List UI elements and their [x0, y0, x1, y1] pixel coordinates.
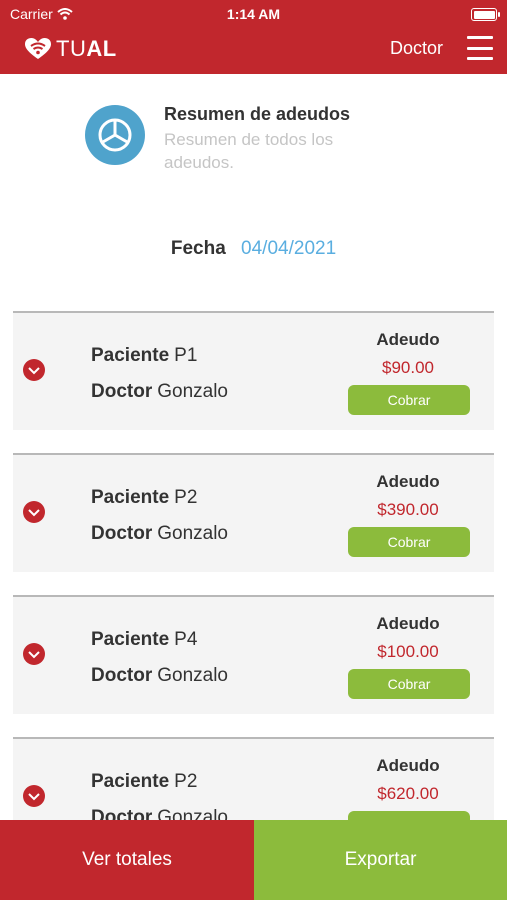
debt-card[interactable]: Paciente P1 Doctor Gonzalo Adeudo $90.00 C… — [13, 311, 494, 430]
battery-icon — [471, 8, 500, 21]
doctor-line: Doctor Gonzalo — [91, 665, 228, 687]
debt-label: Adeudo — [376, 472, 440, 491]
view-totals-button[interactable]: Ver totales — [0, 820, 254, 900]
patient-line: Paciente P2 — [91, 487, 197, 509]
doctor-label: Doctor — [91, 665, 153, 686]
cobrar-button[interactable]: Cobrar — [348, 385, 470, 415]
date-row[interactable]: Fecha 04/04/2021 — [0, 238, 507, 260]
chevron-down-icon[interactable] — [23, 501, 45, 523]
chevron-down-icon[interactable] — [23, 785, 45, 807]
hamburger-menu-icon[interactable] — [467, 36, 493, 60]
user-role-label[interactable]: Doctor — [390, 38, 443, 59]
bottom-action-bar: Ver totales Exportar — [0, 820, 507, 900]
patient-name: P2 — [174, 487, 198, 508]
status-bar: Carrier 1:14 AM — [0, 0, 507, 28]
export-button[interactable]: Exportar — [254, 820, 507, 900]
doctor-line: Doctor Gonzalo — [91, 381, 228, 403]
debt-label: Adeudo — [376, 614, 440, 633]
patient-label: Paciente — [91, 487, 170, 508]
patient-name: P1 — [174, 345, 198, 366]
doctor-label: Doctor — [91, 381, 153, 402]
debt-amount: $100.00 — [377, 642, 439, 661]
chevron-down-icon[interactable] — [23, 643, 45, 665]
pie-chart-icon — [85, 105, 145, 165]
patient-name: P4 — [174, 629, 198, 650]
debt-label: Adeudo — [376, 330, 440, 349]
logo-text: TUAL — [56, 36, 117, 62]
patient-label: Paciente — [91, 771, 170, 792]
app-header: Carrier 1:14 AM TUAL Doctor — [0, 0, 507, 74]
logo-text-light: TU — [56, 36, 87, 61]
patient-line: Paciente P4 — [91, 629, 197, 651]
patient-label: Paciente — [91, 345, 170, 366]
debt-card[interactable]: Paciente P4 Doctor Gonzalo Adeudo $100.00 … — [13, 595, 494, 714]
doctor-label: Doctor — [91, 523, 153, 544]
doctor-name: Gonzalo — [157, 381, 229, 402]
debt-amount: $90.00 — [382, 358, 434, 377]
summary-description: Resumen de todos los adeudos. — [164, 130, 334, 172]
summary-section: Resumen de adeudos Resumen de todos los … — [84, 104, 444, 174]
logo-text-bold: AL — [86, 36, 117, 61]
heart-wifi-icon — [25, 38, 51, 59]
cobrar-button[interactable]: Cobrar — [348, 669, 470, 699]
doctor-line: Doctor Gonzalo — [91, 523, 228, 545]
chevron-down-icon[interactable] — [23, 359, 45, 381]
debt-amount: $390.00 — [377, 500, 439, 519]
cobrar-button[interactable]: Cobrar — [348, 527, 470, 557]
date-label: Fecha — [170, 238, 226, 259]
nav-bar: TUAL Doctor — [0, 28, 507, 74]
debt-label: Adeudo — [376, 756, 440, 775]
summary-title: Resumen de adeudos — [164, 104, 351, 124]
patient-label: Paciente — [91, 629, 170, 650]
debt-card[interactable]: Paciente P2 Doctor Gonzalo Adeudo $390.00 … — [13, 453, 494, 572]
date-value[interactable]: 04/04/2021 — [241, 238, 336, 259]
debt-amount: $620.00 — [377, 784, 439, 803]
patient-name: P2 — [174, 771, 198, 792]
patient-line: Paciente P1 — [91, 345, 197, 367]
app-logo: TUAL — [24, 36, 117, 62]
status-time: 1:14 AM — [226, 6, 281, 22]
doctor-name: Gonzalo — [157, 665, 229, 686]
doctor-name: Gonzalo — [157, 523, 229, 544]
patient-line: Paciente P2 — [91, 771, 197, 793]
